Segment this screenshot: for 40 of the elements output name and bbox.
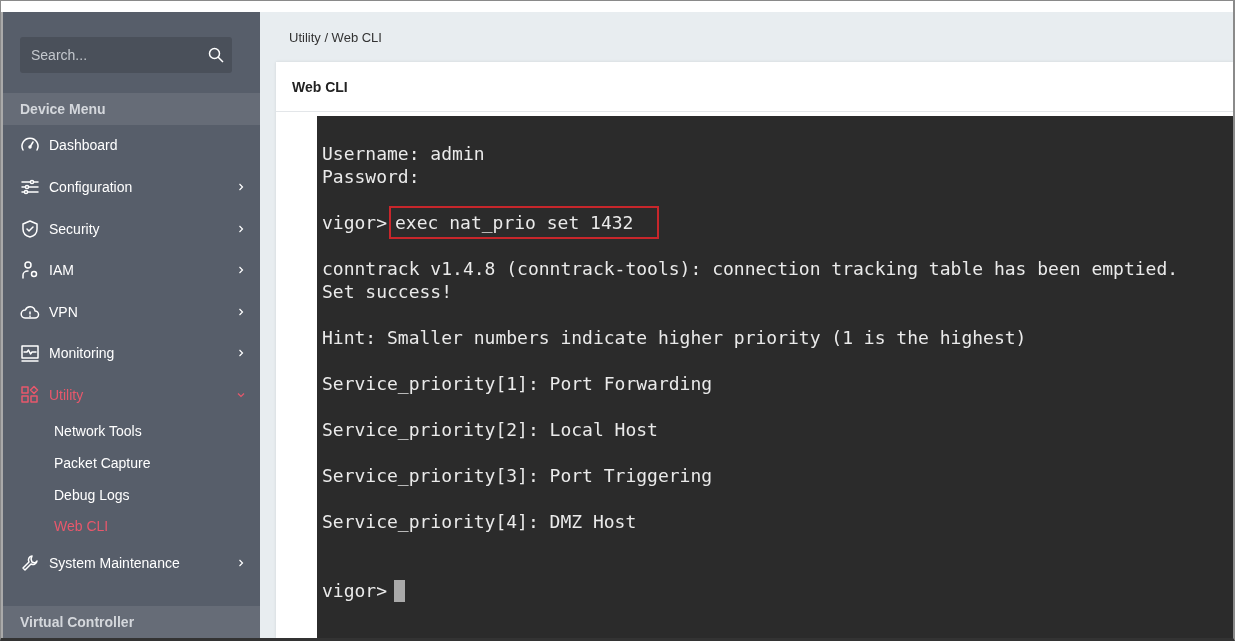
submenu-item[interactable]: Debug Logs	[3, 478, 260, 511]
section-title: Virtual Controller	[3, 606, 260, 638]
section-title: Device Menu	[3, 93, 260, 125]
search-icon	[208, 47, 224, 63]
terminal-output: Password:	[322, 165, 420, 188]
menu-item[interactable]: Dashboard	[3, 124, 260, 167]
terminal-output: Username: admin	[322, 142, 485, 165]
menu-item[interactable]: IAM	[3, 249, 260, 291]
chevron-right-icon	[236, 557, 246, 568]
monitor-icon	[20, 343, 40, 364]
chevron-right-icon	[236, 265, 246, 276]
menu-item[interactable]: VPN	[3, 290, 260, 333]
terminal-output: Service_priority[4]: DMZ Host	[322, 510, 637, 533]
menu-item[interactable]: System Maintenance	[3, 542, 260, 584]
submenu-item[interactable]: Network Tools	[3, 415, 260, 448]
chevron-right-icon	[236, 223, 246, 234]
terminal-output: Service_priority[2]: Local Host	[322, 418, 658, 441]
submenu-item[interactable]: Packet Capture	[3, 447, 260, 479]
text-cursor	[394, 579, 406, 602]
terminal-output: Service_priority[3]: Port Triggering	[322, 464, 713, 487]
highlighted-command: exec nat_prio set 1432	[389, 206, 660, 239]
menu-item[interactable]: Configuration	[3, 166, 260, 208]
breadcrumb: Utility / Web CLI	[288, 28, 383, 47]
menu-item[interactable]: Monitoring	[3, 332, 260, 374]
terminal-output: Service_priority[1]: Port Forwarding	[322, 372, 713, 395]
terminal-prompt: vigor>	[322, 579, 388, 602]
wrench-icon	[20, 552, 40, 573]
terminal-output: Set success!	[322, 280, 453, 303]
terminal[interactable]	[317, 116, 1233, 638]
shield-check-icon	[20, 218, 40, 239]
card-title: Web CLI	[276, 62, 1233, 112]
chevron-right-icon	[236, 181, 246, 192]
search-field[interactable]: Search...	[20, 37, 232, 73]
chevron-right-icon	[236, 306, 246, 317]
terminal-output: Hint: Smaller numbers indicate higher priority (1 is the highest)	[322, 326, 1027, 349]
apps-icon	[20, 384, 40, 405]
terminal-prompt: vigor>	[322, 211, 388, 234]
terminal-output: conntrack v1.4.8 (conntrack-tools): connection tracking table has been emptied.	[322, 257, 1179, 280]
chevron-right-icon	[236, 348, 246, 359]
menu-item[interactable]: Security	[3, 207, 260, 250]
